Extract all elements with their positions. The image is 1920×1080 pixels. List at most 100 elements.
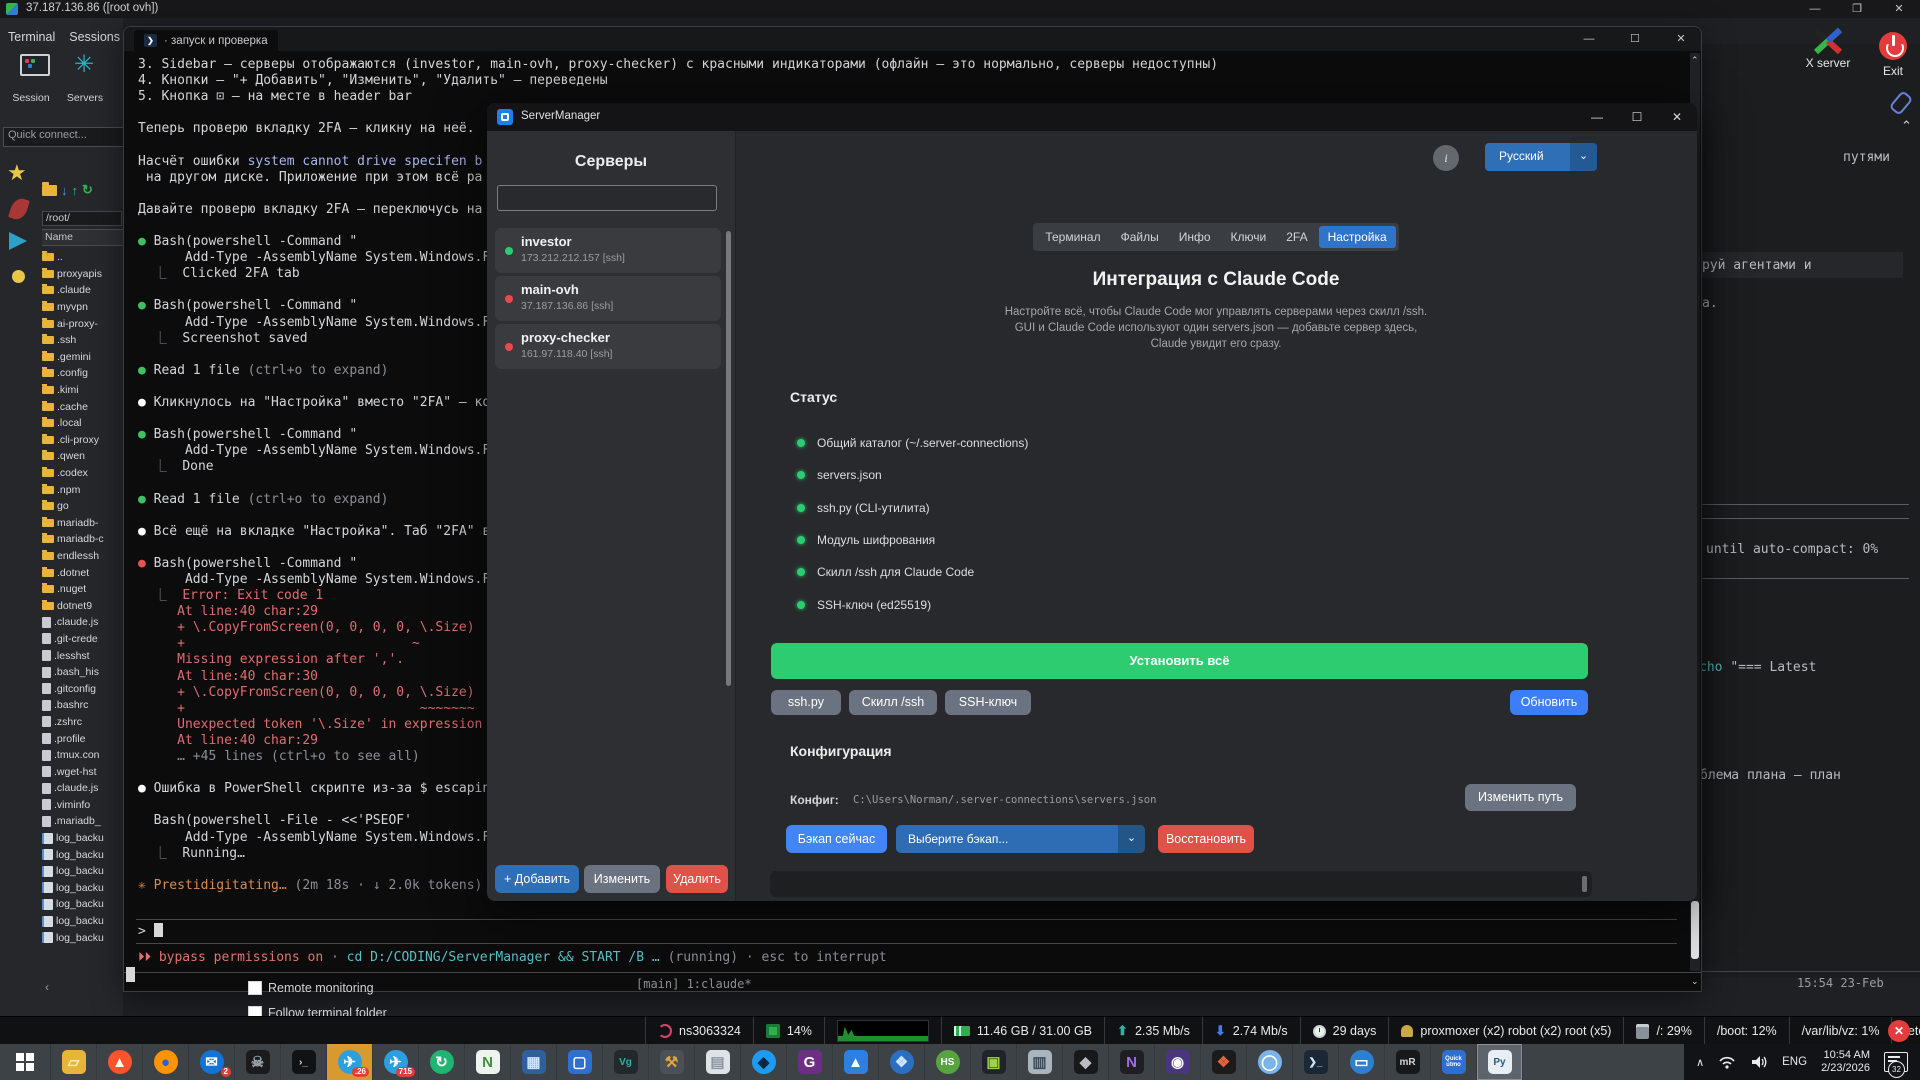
taskbar-icon-powershell[interactable]: ❯_ <box>1293 1044 1339 1080</box>
file-tree-item[interactable]: proxyapis <box>42 266 123 283</box>
servermanager-maximize-button[interactable]: ☐ <box>1617 103 1657 131</box>
x-server-button[interactable]: X server <box>1796 26 1860 88</box>
taskbar-icon-bird-app[interactable]: ◆ <box>741 1044 787 1080</box>
backup-select[interactable]: Выберите бэкап... ⌄ <box>896 825 1145 853</box>
servers-icon[interactable]: ✳ <box>74 50 94 79</box>
install-skill-button[interactable]: Скилл /ssh <box>849 690 937 715</box>
macros-icon[interactable] <box>8 196 30 222</box>
file-path-input[interactable]: /root/ <box>42 211 122 226</box>
taskbar-icon-cmd[interactable]: ›_ <box>281 1044 327 1080</box>
file-tree-item[interactable]: .dotnet <box>42 564 123 581</box>
servermanager-minimize-button[interactable]: — <box>1577 103 1617 131</box>
taskbar-icon-cube[interactable]: ◆ <box>1063 1044 1109 1080</box>
file-tree-item[interactable]: .git-crede <box>42 631 123 648</box>
file-tree-item[interactable]: mariadb- <box>42 515 123 532</box>
refresh-button[interactable]: Обновить <box>1510 690 1588 715</box>
file-tree-item[interactable]: .qwen <box>42 448 123 465</box>
taskbar-icon-thunderbird[interactable]: ✉2 <box>189 1044 235 1080</box>
file-tree-item[interactable]: .codex <box>42 465 123 482</box>
taskbar-icon-telegram[interactable]: ✈715 <box>373 1044 419 1080</box>
taskbar-icon-python[interactable]: Py <box>1477 1044 1523 1080</box>
panel-collapse-chevron-icon[interactable]: ⌃ <box>1901 118 1912 134</box>
file-tree-item[interactable]: .. <box>42 249 123 266</box>
terminal-prompt[interactable]: > <box>138 923 163 939</box>
sftp-icon[interactable] <box>12 270 25 283</box>
file-tree-item[interactable]: .kimi <box>42 382 123 399</box>
file-tree-item[interactable]: .zshrc <box>42 714 123 731</box>
file-tree-item[interactable]: .wget-hst <box>42 763 123 780</box>
file-tree-item[interactable]: .viminfo <box>42 797 123 814</box>
terminal-scrollbar-thumb[interactable] <box>1691 901 1699 959</box>
file-tree-item[interactable]: .tmux.con <box>42 747 123 764</box>
upload-icon[interactable]: ↑ <box>72 183 79 198</box>
session-icon[interactable] <box>20 54 50 76</box>
taskbar-icon-monitor-graph[interactable]: ▥ <box>1017 1044 1063 1080</box>
taskbar-icon-notepad[interactable]: ▤ <box>695 1044 741 1080</box>
terminal-tab[interactable]: ❯ · запуск и проверка <box>134 30 278 51</box>
file-tree-item[interactable]: .claude.js <box>42 780 123 797</box>
volume-icon[interactable] <box>1750 1055 1768 1069</box>
file-tree-item[interactable]: log_backu <box>42 880 123 897</box>
file-tree-item[interactable]: endlessh <box>42 548 123 565</box>
terminal-minimize-button[interactable]: — <box>1569 27 1609 51</box>
file-tree-item[interactable]: log_backu <box>42 896 123 913</box>
install-all-button[interactable]: Установить всё <box>771 643 1588 679</box>
file-tree-item[interactable]: .bashrc <box>42 697 123 714</box>
install-sshkey-button[interactable]: SSH-ключ <box>945 690 1031 715</box>
taskbar-icon-freet[interactable]: ☠ <box>235 1044 281 1080</box>
taskbar-icon-tools[interactable]: ⚒ <box>649 1044 695 1080</box>
taskbar-icon-calculator[interactable]: ▦ <box>511 1044 557 1080</box>
server-list-item[interactable]: main-ovh37.187.136.86 [ssh] <box>495 276 721 321</box>
file-tree-item[interactable]: .claude <box>42 282 123 299</box>
file-tree-item[interactable]: ai-proxy- <box>42 315 123 332</box>
taskbar-icon-chromium[interactable]: ◯ <box>1247 1044 1293 1080</box>
servermanager-close-button[interactable]: ✕ <box>1657 103 1697 131</box>
quick-connect-input[interactable]: Quick connect... <box>3 127 126 147</box>
server-search-input[interactable] <box>497 185 717 211</box>
notification-icon[interactable]: 32 <box>1884 1052 1908 1072</box>
taskbar-icon-quick-utmo[interactable]: Quick utmo <box>1431 1044 1477 1080</box>
taskbar-icon-mascot[interactable]: ❖ <box>879 1044 925 1080</box>
servers-button-label[interactable]: Servers <box>60 92 110 104</box>
file-tree-item[interactable]: .profile <box>42 730 123 747</box>
taskbar-icon-github[interactable]: ◉ <box>1155 1044 1201 1080</box>
taskbar-icon-screensaver[interactable]: ▣ <box>971 1044 1017 1080</box>
file-tree-item[interactable]: log_backu <box>42 929 123 946</box>
taskbar-icon-explorer[interactable]: ▱ <box>51 1044 97 1080</box>
taskbar-icon-photos[interactable]: ▲ <box>833 1044 879 1080</box>
wifi-icon[interactable] <box>1718 1055 1736 1069</box>
servermanager-titlebar[interactable]: ServerManager — ☐ ✕ <box>487 103 1697 131</box>
tab-файлы[interactable]: Файлы <box>1112 226 1168 248</box>
file-tree-item[interactable]: .config <box>42 365 123 382</box>
file-tree-item[interactable]: .bash_his <box>42 664 123 681</box>
tools-send-icon[interactable] <box>9 232 27 250</box>
file-tree-item[interactable]: .local <box>42 415 123 432</box>
edit-server-button[interactable]: Изменить <box>584 865 660 893</box>
menu-item-terminal[interactable]: Terminal <box>8 30 55 44</box>
info-button[interactable]: i <box>1433 145 1459 171</box>
taskbar-icon-notepad-plus[interactable]: N <box>465 1044 511 1080</box>
taskbar-icon-notion[interactable]: N <box>1109 1044 1155 1080</box>
taskbar-icon-blue-app[interactable]: ▢ <box>557 1044 603 1080</box>
servermanager-window[interactable]: ServerManager — ☐ ✕ Серверы investor173.… <box>487 103 1697 901</box>
file-tree-item[interactable]: .lesshst <box>42 647 123 664</box>
terminal-titlebar[interactable]: ❯ · запуск и проверка — ☐ ✕ <box>124 27 1701 51</box>
taskbar-icon-firefox[interactable]: ● <box>143 1044 189 1080</box>
refresh-icon[interactable]: ↻ <box>82 182 93 198</box>
file-tree-item[interactable]: mariadb-c <box>42 531 123 548</box>
install-sshpy-button[interactable]: ssh.py <box>771 690 841 715</box>
file-tree-item[interactable]: .nuget <box>42 581 123 598</box>
file-column-header[interactable]: Name <box>42 229 124 246</box>
start-button[interactable] <box>0 1044 51 1080</box>
input-language[interactable]: ENG <box>1782 1056 1807 1068</box>
file-tree-item[interactable]: log_backu <box>42 846 123 863</box>
taskbar-icon-monitor-blue[interactable]: ▭ <box>1339 1044 1385 1080</box>
restore-button[interactable]: Восстановить <box>1158 825 1254 853</box>
sidebar-scroll-left-icon[interactable]: ‹ <box>45 980 49 994</box>
server-list-item[interactable]: investor173.212.212.157 [ssh] <box>495 228 721 273</box>
language-dropdown[interactable]: Русский ⌄ <box>1485 143 1597 171</box>
taskbar-icon-mremoteng[interactable]: mR <box>1385 1044 1431 1080</box>
tab-терминал[interactable]: Терминал <box>1036 226 1109 248</box>
add-server-button[interactable]: + Добавить <box>495 865 579 893</box>
folder-up-icon[interactable] <box>42 185 57 196</box>
